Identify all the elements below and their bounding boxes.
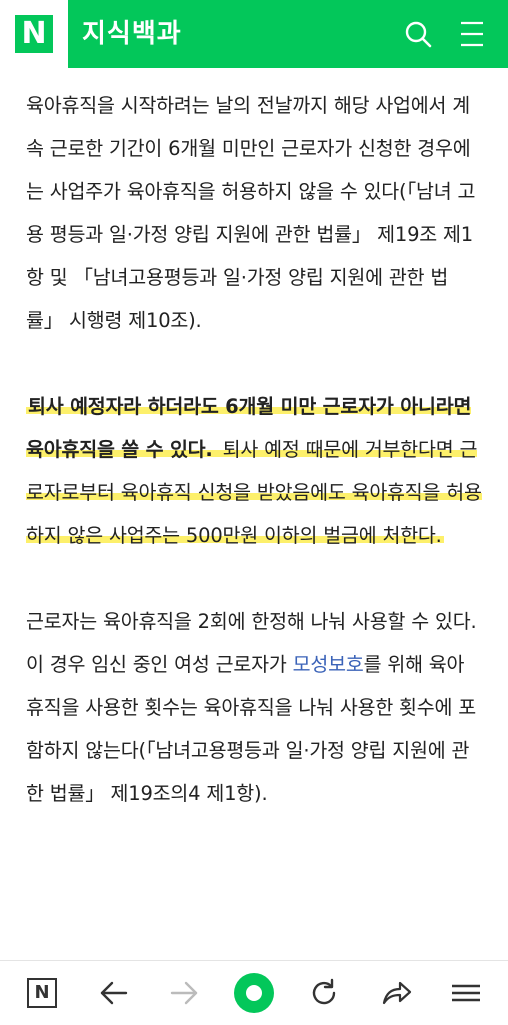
article-content: 육아휴직을 시작하려는 날의 전날까지 해당 사업에서 계속 근로한 기간이 6… <box>26 84 482 858</box>
refresh-icon[interactable] <box>306 975 342 1011</box>
top-bar: N 지식백과 <box>0 0 508 68</box>
naver-logo[interactable]: N <box>0 0 68 68</box>
green-dot-icon <box>234 973 274 1013</box>
hamburger-menu-icon[interactable] <box>448 975 484 1011</box>
maternity-protection-link[interactable]: 모성보호 <box>293 653 364 676</box>
forward-arrow-icon[interactable] <box>166 975 202 1011</box>
naver-n-letter: N <box>15 15 53 53</box>
paragraph-1: 육아휴직을 시작하려는 날의 전날까지 해당 사업에서 계속 근로한 기간이 6… <box>26 94 476 332</box>
share-icon[interactable] <box>378 975 414 1011</box>
search-icon[interactable] <box>402 18 434 50</box>
naver-home-icon[interactable]: N <box>24 975 60 1011</box>
green-dot-button[interactable] <box>232 973 276 1013</box>
paragraph-3: 근로자는 육아휴직을 2회에 한정해 나눠 사용할 수 있다. 이 경우 임신 … <box>26 600 482 815</box>
bottom-nav-bar: N <box>0 960 508 1025</box>
page-title[interactable]: 지식백과 <box>82 14 182 54</box>
back-arrow-icon[interactable] <box>96 975 132 1011</box>
menu-icon[interactable] <box>456 18 488 50</box>
paragraph-2: 퇴사 예정자라 하더라도 6개월 미만 근로자가 아니라면 육아휴직을 쓸 수 … <box>26 385 482 557</box>
n-box-label: N <box>27 978 57 1008</box>
